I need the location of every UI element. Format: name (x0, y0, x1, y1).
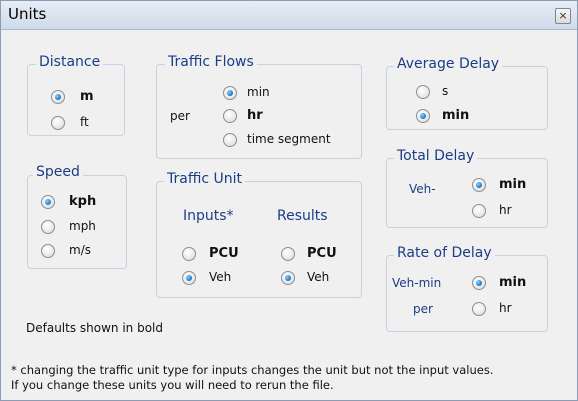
speed-kph-radio[interactable] (41, 195, 55, 209)
results-veh-radio[interactable] (281, 271, 295, 285)
traffic-flows-per-label: per (170, 109, 190, 123)
rate-of-delay-group (386, 255, 548, 332)
rate-delay-hr-radio[interactable] (472, 302, 486, 316)
total-delay-prefix: Veh- (409, 182, 436, 196)
speed-mph-radio[interactable] (41, 220, 55, 234)
close-icon[interactable]: × (555, 8, 571, 24)
total-delay-min-radio[interactable] (472, 178, 486, 192)
defaults-note: Defaults shown in bold (26, 321, 164, 335)
dialog-title: Units (8, 5, 47, 23)
rate-of-delay-per-label: per (413, 302, 433, 316)
flows-min-label: min (247, 85, 270, 99)
results-header: Results (277, 208, 328, 224)
distance-group (27, 64, 125, 136)
rate-of-delay-label: Rate of Delay (394, 245, 495, 261)
inputs-header: Inputs* (183, 208, 234, 224)
speed-ms-radio[interactable] (41, 244, 55, 258)
flows-hr-label: hr (247, 108, 263, 123)
flows-time-segment-radio[interactable] (223, 133, 237, 147)
distance-ft-radio[interactable] (51, 116, 65, 130)
distance-m-label: m (80, 89, 94, 104)
inputs-pcu-label: PCU (209, 246, 239, 261)
total-delay-hr-label: hr (499, 203, 512, 217)
traffic-unit-label: Traffic Unit (164, 171, 246, 187)
speed-label: Speed (33, 164, 83, 180)
footnote-line-1: * changing the traffic unit type for inp… (11, 363, 494, 377)
total-delay-hr-radio[interactable] (472, 204, 486, 218)
inputs-veh-radio[interactable] (182, 271, 196, 285)
rate-delay-hr-label: hr (499, 301, 512, 315)
speed-mph-label: mph (69, 219, 96, 233)
distance-ft-label: ft (80, 115, 89, 129)
rate-of-delay-prefix: Veh-min (392, 276, 442, 290)
title-bar: Units × (1, 1, 577, 30)
results-pcu-label: PCU (307, 246, 337, 261)
flows-min-radio[interactable] (223, 86, 237, 100)
flows-time-segment-label: time segment (247, 132, 331, 146)
avg-delay-min-label: min (442, 108, 470, 123)
avg-delay-min-radio[interactable] (416, 109, 430, 123)
units-dialog: Units × Distance m ft Speed kph mph m/s … (0, 0, 578, 401)
traffic-flows-label: Traffic Flows (165, 54, 257, 70)
results-veh-label: Veh (307, 270, 330, 284)
total-delay-label: Total Delay (394, 148, 478, 164)
speed-kph-label: kph (69, 194, 97, 209)
distance-m-radio[interactable] (51, 90, 65, 104)
avg-delay-s-radio[interactable] (416, 85, 430, 99)
results-pcu-radio[interactable] (281, 247, 295, 261)
total-delay-min-label: min (499, 177, 527, 192)
rate-delay-min-radio[interactable] (472, 276, 486, 290)
footnote-line-2: If you change these units you will need … (11, 378, 334, 392)
average-delay-label: Average Delay (394, 56, 503, 72)
inputs-veh-label: Veh (209, 270, 232, 284)
flows-hr-radio[interactable] (223, 109, 237, 123)
rate-delay-min-label: min (499, 275, 527, 290)
avg-delay-s-label: s (442, 84, 449, 98)
speed-ms-label: m/s (69, 243, 91, 257)
inputs-pcu-radio[interactable] (182, 247, 196, 261)
distance-label: Distance (36, 54, 104, 70)
